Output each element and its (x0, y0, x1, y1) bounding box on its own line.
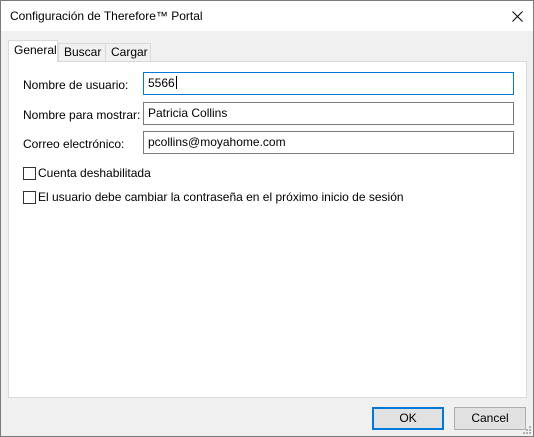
must-change-password-option[interactable]: El usuario debe cambiar la contraseña en… (23, 190, 404, 204)
display-name-field[interactable]: Patricia Collins (143, 102, 514, 125)
must-change-password-label: El usuario debe cambiar la contraseña en… (38, 190, 404, 204)
cancel-button[interactable]: Cancel (454, 407, 526, 430)
text-caret (175, 76, 177, 89)
ok-button[interactable]: OK (372, 407, 444, 430)
email-label: Correo electrónico: (23, 137, 125, 151)
email-field[interactable]: pcollins@moyahome.com (143, 131, 514, 154)
username-field[interactable]: 5566 (143, 72, 514, 95)
close-button[interactable] (501, 1, 533, 31)
display-name-label: Nombre para mostrar: (23, 108, 141, 122)
account-disabled-checkbox[interactable] (23, 166, 36, 180)
account-disabled-label: Cuenta deshabilitada (38, 166, 151, 180)
username-label: Nombre de usuario: (23, 78, 129, 92)
title-bar[interactable]: Configuración de Therefore™ Portal (1, 1, 533, 31)
close-icon (511, 10, 523, 22)
username-value: 5566 (148, 76, 175, 90)
tab-general[interactable]: General (8, 40, 58, 62)
must-change-password-checkbox[interactable] (23, 190, 36, 204)
settings-dialog: Configuración de Therefore™ Portal Gener… (0, 0, 534, 437)
window-title: Configuración de Therefore™ Portal (10, 9, 203, 23)
account-disabled-option[interactable]: Cuenta deshabilitada (23, 166, 151, 180)
display-name-value: Patricia Collins (148, 106, 228, 120)
general-tab-panel: Nombre de usuario: 5566 Nombre para most… (8, 61, 527, 398)
resize-grip-icon[interactable] (521, 424, 531, 434)
tab-buscar[interactable]: Buscar (58, 43, 108, 61)
tab-cargar[interactable]: Cargar (105, 43, 151, 61)
email-value: pcollins@moyahome.com (148, 135, 286, 149)
